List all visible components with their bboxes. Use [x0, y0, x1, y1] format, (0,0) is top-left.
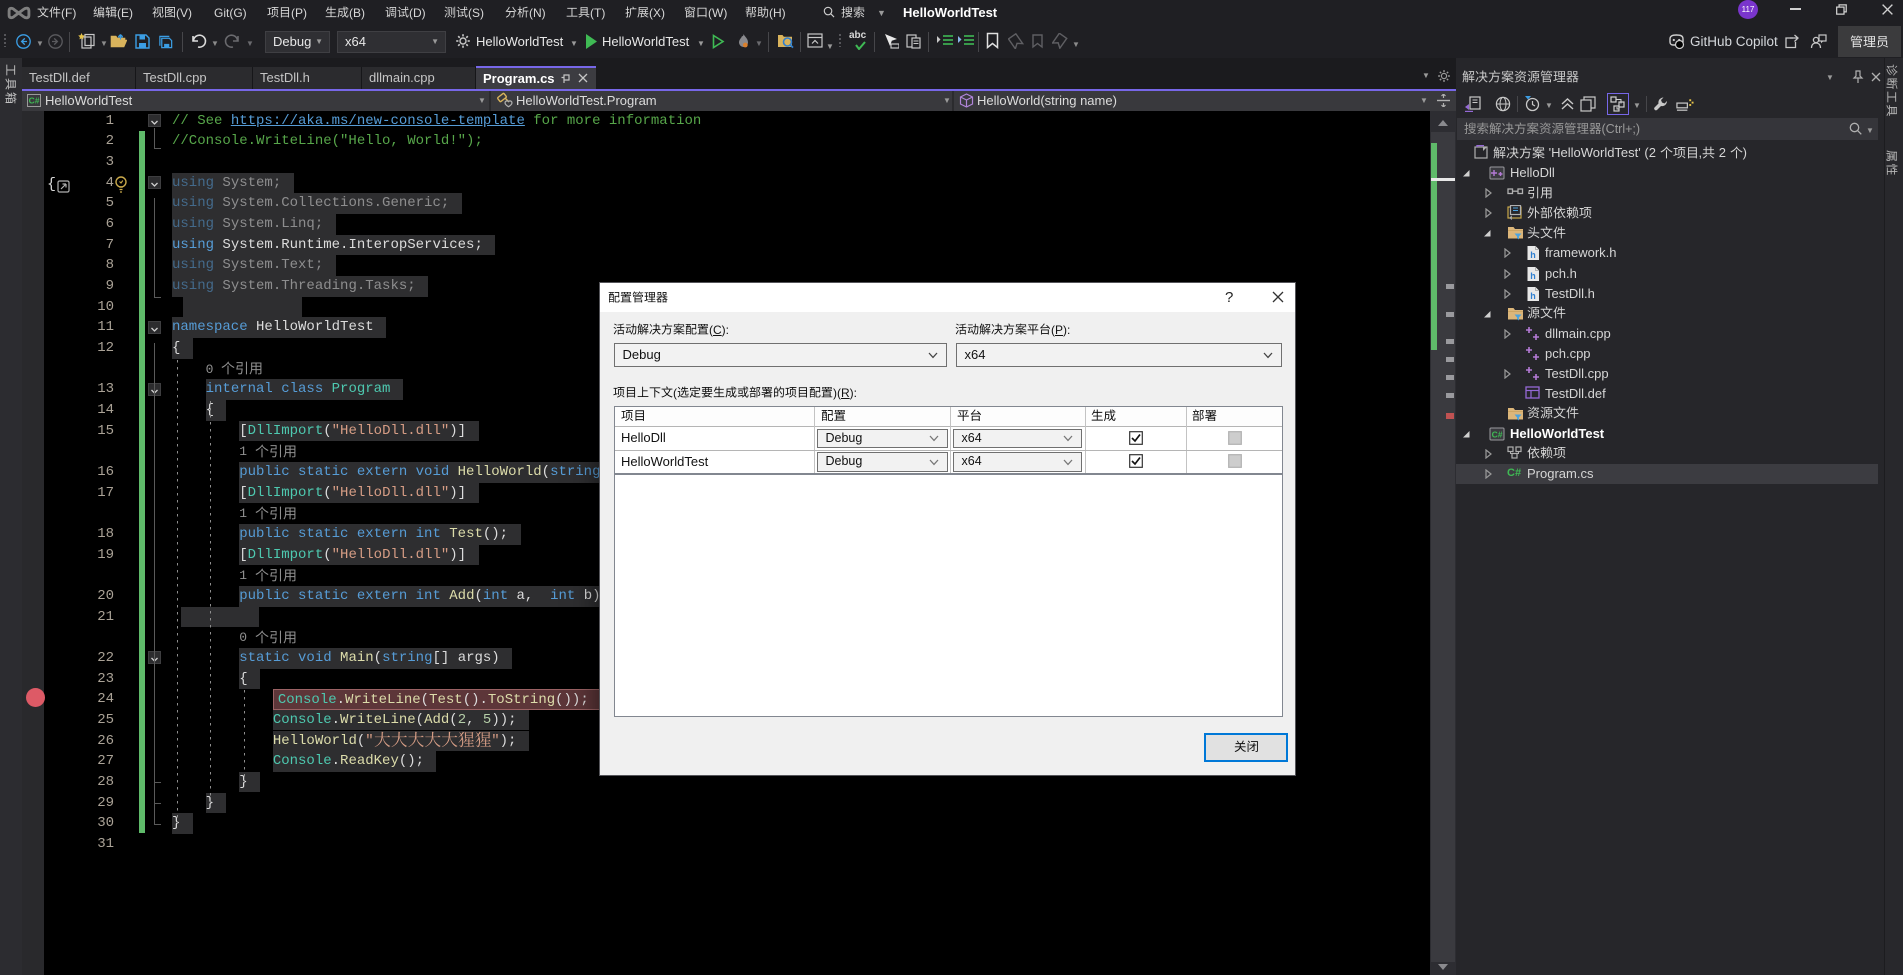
svg-text:C#: C# — [1492, 429, 1503, 439]
svg-text:h: h — [1530, 250, 1536, 260]
svg-text:C#: C# — [29, 96, 40, 106]
svg-text:h: h — [1530, 291, 1536, 301]
svg-text:h: h — [1530, 271, 1536, 281]
